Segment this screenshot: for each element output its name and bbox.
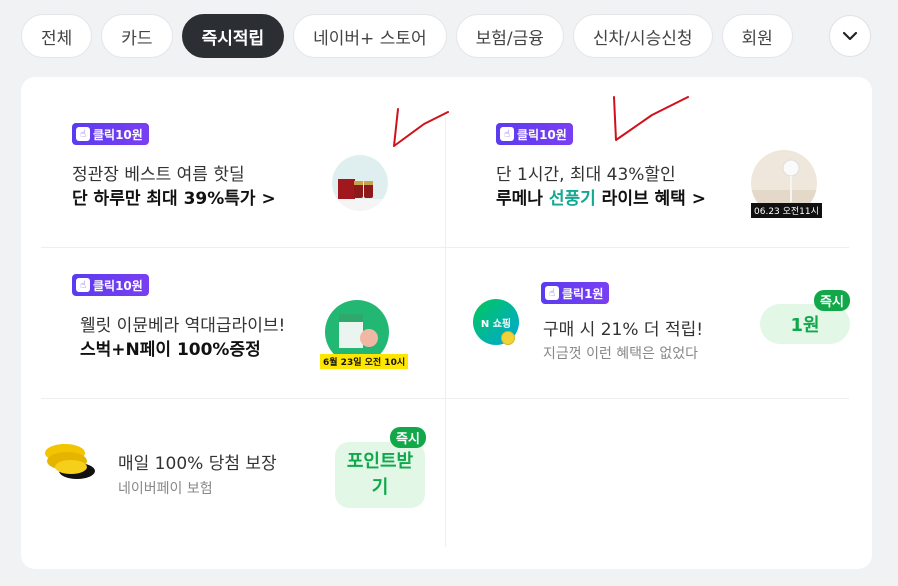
annotation-checkmarks — [393, 96, 689, 147]
